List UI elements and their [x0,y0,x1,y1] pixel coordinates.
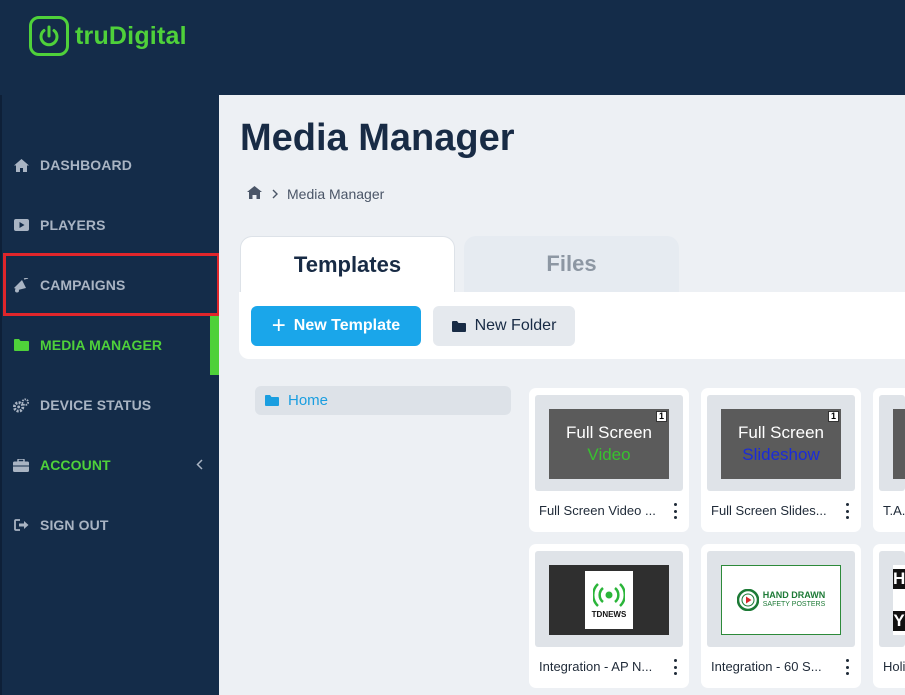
sidebar-item-label: DASHBOARD [40,157,132,173]
sidebar-item-dashboard[interactable]: DASHBOARD [2,135,221,195]
thumbnail-line1: Full Screen [738,423,824,442]
brand-name: truDigital [75,21,187,50]
folder-icon [451,320,466,332]
template-thumbnail[interactable]: HAND DRAWN SAFETY POSTERS [707,551,855,647]
thumbnail-line1: Full Screen [566,423,652,442]
template-thumbnail[interactable]: 1 Full Screen Video [535,395,683,491]
broadcast-icon [593,582,625,607]
sidebar-item-label: ACCOUNT [40,457,111,473]
count-badge: 1 [828,411,839,422]
sidebar-item-label: MEDIA MANAGER [40,337,163,353]
sidebar-item-device-status[interactable]: DEVICE STATUS [2,375,221,435]
chevron-right-icon [272,186,278,202]
sidebar-item-label: CAMPAIGNS [40,277,126,293]
megaphone-icon [13,277,29,293]
top-bar: truDigital [0,0,905,95]
thumbnail-image: 1 Full Screen Video [549,409,669,479]
template-card[interactable]: 1 Full Screen Video Full Screen Video ..… [529,388,689,532]
template-card[interactable]: H Y Holi [873,544,905,688]
folder-icon [265,395,279,406]
template-thumbnail[interactable]: H Y [879,551,905,647]
template-caption: Full Screen Video ... [539,503,656,518]
more-options-icon[interactable] [670,501,680,521]
sidebar: DASHBOARD PLAYERS CAMPAIGNS MEDIA MANAGE… [0,95,221,695]
play-icon [13,217,29,233]
template-thumbnail[interactable]: TDNEWS [535,551,683,647]
sidebar-item-account[interactable]: ACCOUNT [2,435,221,495]
plus-icon: + [271,312,286,339]
trudigital-logo[interactable]: truDigital [29,16,187,56]
tab-files[interactable]: Files [464,236,679,292]
template-caption: T.A. [883,503,905,518]
more-options-icon[interactable] [842,501,852,521]
breadcrumb: Media Manager [247,186,384,202]
chevron-left-icon[interactable] [196,457,203,475]
home-icon [13,157,29,173]
toolbar: + New Template New Folder [239,292,905,359]
thumbnail-line2: Y [893,611,905,631]
new-folder-label: New Folder [474,317,557,334]
folder-tree-home[interactable]: Home [255,386,511,415]
more-options-icon[interactable] [842,657,852,677]
thumbnail-image: TDNEWS [549,565,669,635]
thumbnail-image: H Y [893,565,905,635]
sidebar-item-label: SIGN OUT [40,517,109,533]
template-thumbnail[interactable] [879,395,905,491]
folder-tree-label: Home [288,392,329,409]
breadcrumb-current: Media Manager [287,186,385,202]
thumbnail-label: TDNEWS [591,609,627,619]
template-caption: Integration - 60 S... [711,659,822,674]
thumbnail-line2: Video [587,445,631,464]
sidebar-item-label: PLAYERS [40,217,106,233]
new-template-label: New Template [293,317,401,334]
folder-icon [13,337,29,353]
thumbnail-image: HAND DRAWN SAFETY POSTERS [721,565,841,635]
thumbnail-line2: Slideshow [742,445,820,464]
sidebar-item-label: DEVICE STATUS [40,397,152,413]
thumbnail-line1: H [893,569,905,589]
tab-templates[interactable]: Templates [240,236,455,292]
page-title: Media Manager [240,117,515,159]
count-badge: 1 [656,411,667,422]
template-card[interactable]: TDNEWS Integration - AP N... [529,544,689,688]
home-icon[interactable] [247,186,262,202]
thumbnail-line2: SAFETY POSTERS [762,601,826,608]
power-icon [29,16,69,56]
sign-out-icon [13,517,29,533]
sidebar-item-players[interactable]: PLAYERS [2,195,221,255]
template-card[interactable]: T.A. [873,388,905,532]
thumbnail-image: 1 Full Screen Slideshow [721,409,841,479]
template-caption: Holi [883,659,905,674]
sidebar-item-sign-out[interactable]: SIGN OUT [2,495,221,555]
template-caption: Full Screen Slides... [711,503,827,518]
thumbnail-image [893,409,905,479]
new-template-button[interactable]: + New Template [251,306,421,346]
template-caption: Integration - AP N... [539,659,653,674]
tdnews-logo: TDNEWS [585,571,633,629]
play-badge-icon [736,589,759,611]
main-content: Media Manager Media Manager Templates Fi… [219,95,905,695]
briefcase-icon [13,457,29,473]
more-options-icon[interactable] [670,657,680,677]
template-card[interactable]: HAND DRAWN SAFETY POSTERS Integration - … [701,544,861,688]
template-card[interactable]: 1 Full Screen Slideshow Full Screen Slid… [701,388,861,532]
sidebar-item-campaigns[interactable]: CAMPAIGNS [2,255,221,315]
new-folder-button[interactable]: New Folder [433,306,575,346]
gears-icon [13,397,29,413]
thumbnail-line1: HAND DRAWN [762,590,826,600]
template-thumbnail[interactable]: 1 Full Screen Slideshow [707,395,855,491]
sidebar-item-media-manager[interactable]: MEDIA MANAGER [2,315,221,375]
